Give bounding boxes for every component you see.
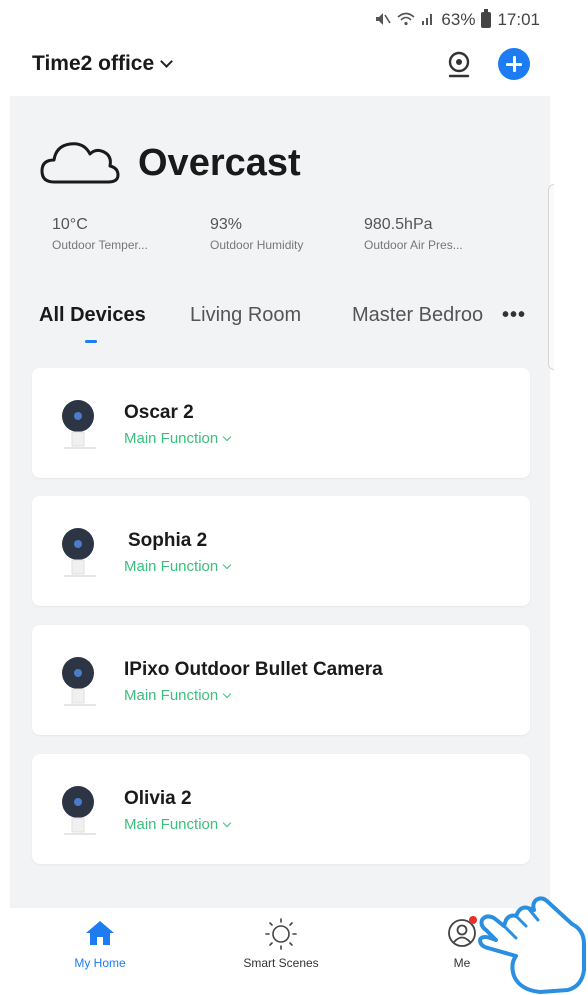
battery-percent: 63% (441, 10, 476, 29)
chevron-down-icon (160, 55, 174, 68)
outdoor-humidity: 93% Outdoor Humidity (210, 216, 304, 252)
mute-icon (375, 12, 392, 29)
main-function-toggle[interactable]: Main Function (124, 558, 232, 575)
device-name: Oscar 2 (124, 402, 194, 423)
tab-living-room[interactable]: Living Room (190, 304, 301, 327)
wifi-icon (397, 12, 415, 29)
profile-icon (445, 916, 479, 950)
tab-master-bedroom[interactable]: Master Bedroo (352, 304, 483, 327)
outdoor-temperature: 10°C Outdoor Temper... (52, 216, 148, 252)
weather-condition: Overcast (138, 142, 301, 184)
chevron-down-icon (222, 560, 232, 569)
camera-device-icon (62, 657, 96, 706)
room-tabs: All Devices Living Room Master Bedroo ••… (10, 304, 550, 354)
device-card[interactable]: Sophia 2 Main Function (32, 496, 530, 606)
main-function-toggle[interactable]: Main Function (124, 816, 232, 833)
weather-summary: Overcast (40, 138, 340, 198)
main-function-toggle[interactable]: Main Function (124, 430, 232, 447)
header: Time2 office (0, 44, 588, 94)
pointing-hand-icon (478, 896, 586, 994)
camera-icon[interactable] (444, 50, 474, 80)
status-icons: 63% 17:01 (375, 9, 540, 30)
device-card[interactable]: IPixo Outdoor Bullet Camera Main Functio… (32, 625, 530, 735)
clock: 17:01 (497, 10, 540, 29)
home-name: Time2 office (32, 52, 155, 75)
home-panel: Overcast 10°C Outdoor Temper... 93% Outd… (10, 96, 550, 908)
sun-icon (264, 916, 298, 950)
tab-all-devices[interactable]: All Devices (39, 304, 146, 327)
camera-device-icon (62, 786, 96, 835)
more-tabs-icon[interactable]: ••• (502, 304, 526, 327)
home-selector[interactable]: Time2 office (32, 52, 174, 76)
active-tab-indicator (85, 340, 97, 343)
status-bar: 63% 17:01 (0, 0, 588, 40)
home-icon (83, 916, 117, 950)
main-function-toggle[interactable]: Main Function (124, 687, 232, 704)
device-name: Sophia 2 (128, 530, 208, 551)
chevron-down-icon (222, 818, 232, 827)
chevron-down-icon (222, 689, 232, 698)
cloud-icon (40, 142, 120, 184)
outdoor-air-pressure: 980.5hPa Outdoor Air Pres... (364, 216, 463, 252)
nav-my-home[interactable]: My Home (40, 916, 160, 970)
camera-device-icon (62, 400, 96, 449)
battery-icon (481, 9, 492, 28)
device-card[interactable]: Olivia 2 Main Function (32, 754, 530, 864)
device-name: Olivia 2 (124, 788, 192, 809)
nav-smart-scenes[interactable]: Smart Scenes (221, 916, 341, 970)
side-drawer-handle[interactable] (548, 184, 554, 370)
device-card[interactable]: Oscar 2 Main Function (32, 368, 530, 478)
add-device-button[interactable] (498, 48, 530, 80)
signal-icon (421, 12, 435, 29)
device-name: IPixo Outdoor Bullet Camera (124, 659, 383, 680)
chevron-down-icon (222, 432, 232, 441)
camera-device-icon (62, 528, 96, 577)
